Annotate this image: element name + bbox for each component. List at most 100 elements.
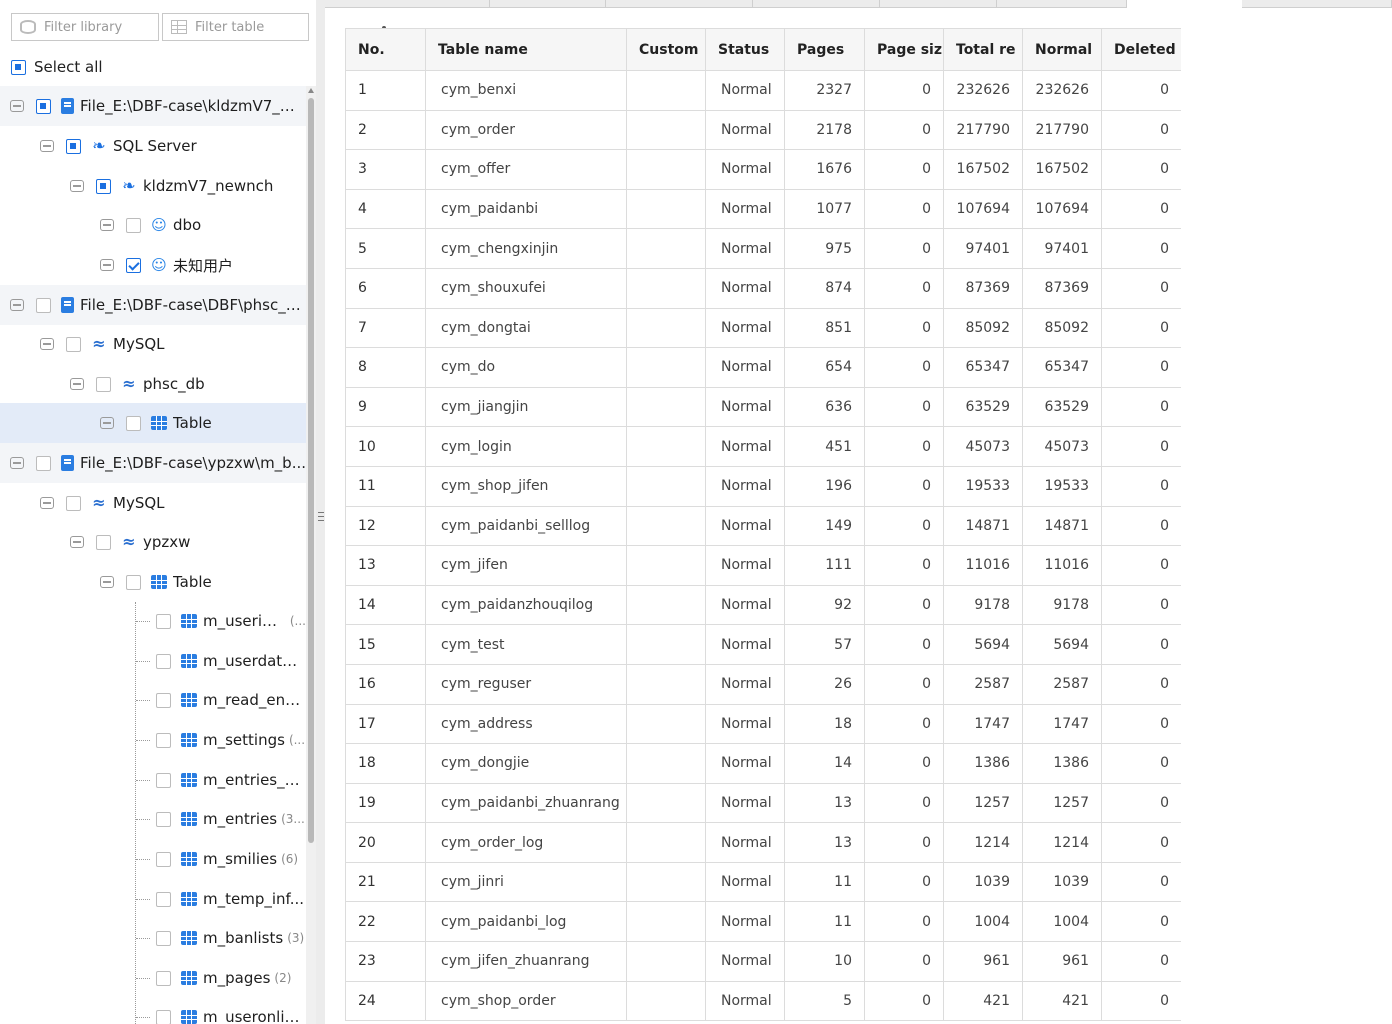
panel-splitter[interactable] [316, 0, 325, 1024]
table-row[interactable]: 24 cym_shop_order Normal 5 0 421 421 0 [345, 980, 1181, 1022]
column-header[interactable]: Normal [1022, 28, 1102, 71]
collapse-toggle-icon[interactable] [100, 259, 114, 271]
table-row[interactable]: 12 cym_paidanbi_selllog Normal 149 0 14871 148… [345, 505, 1181, 547]
tree-node[interactable]: m_read_entr... [0, 680, 306, 720]
column-header[interactable]: Pages [784, 28, 865, 71]
tree-node-checkbox[interactable] [156, 970, 171, 986]
table-row[interactable]: 9 cym_jiangjin Normal 636 0 63529 63529 0 [345, 386, 1181, 428]
collapse-toggle-icon[interactable] [10, 457, 24, 469]
table-row[interactable]: 17 cym_address Normal 18 0 1747 1747 0 [345, 703, 1181, 745]
table-row[interactable]: 14 cym_paidanzhouqilog Normal 92 0 9178 9178 0 [345, 584, 1181, 626]
tree-node-checkbox[interactable] [156, 732, 171, 748]
tree-node[interactable]: Table [0, 403, 306, 443]
tab-7[interactable] [1242, 0, 1392, 8]
tree-node[interactable]: ≈ MySQL [0, 483, 306, 523]
tree-node-checkbox[interactable] [156, 772, 171, 788]
tree-node[interactable]: File_E:\DBF-case\ypzxw\m_b... [0, 443, 306, 483]
tab-3[interactable] [606, 0, 753, 8]
tree-node[interactable]: Table [0, 562, 306, 602]
tree-node[interactable]: m_entries (3... [0, 799, 306, 839]
tree-node[interactable]: m_temp_inf... [0, 879, 306, 919]
collapse-toggle-icon[interactable] [40, 140, 54, 152]
scroll-up-arrow-icon[interactable] [308, 88, 314, 93]
tree-node-checkbox[interactable] [66, 138, 81, 154]
table-row[interactable]: 1 cym_benxi Normal 2327 0 232626 232626 0 [345, 70, 1181, 111]
tree-node-checkbox[interactable] [126, 574, 141, 590]
tree-node[interactable]: m_banlists (3) [0, 918, 306, 958]
tree-node[interactable]: ≈ phsc_db [0, 364, 306, 404]
collapse-toggle-icon[interactable] [70, 536, 84, 548]
column-header[interactable]: Status [705, 28, 785, 71]
tab-4[interactable] [753, 0, 880, 8]
tree-node-checkbox[interactable] [126, 415, 141, 431]
tree-node-checkbox[interactable] [66, 495, 81, 511]
table-row[interactable]: 3 cym_offer Normal 1676 0 167502 167502 0 [345, 149, 1181, 190]
collapse-toggle-icon[interactable] [40, 497, 54, 509]
table-row[interactable]: 19 cym_paidanbi_zhuanrang Normal 13 0 1257 125… [345, 782, 1181, 824]
select-all-checkbox[interactable] [11, 59, 26, 75]
tree-node-checkbox[interactable] [96, 534, 111, 550]
collapse-toggle-icon[interactable] [10, 299, 24, 311]
filter-library-input[interactable]: Filter library [11, 13, 159, 41]
table-row[interactable]: 6 cym_shouxufei Normal 874 0 87369 87369 0 [345, 267, 1181, 309]
table-row[interactable]: 8 cym_do Normal 654 0 65347 65347 0 [345, 347, 1181, 388]
tree-node[interactable]: m_entries_c... [0, 760, 306, 800]
tree-node[interactable]: m_pages (2) [0, 958, 306, 998]
table-row[interactable]: 15 cym_test Normal 57 0 5694 5694 0 [345, 624, 1181, 665]
table-row[interactable]: 5 cym_chengxinjin Normal 975 0 97401 97401 0 [345, 228, 1181, 269]
tree-node-checkbox[interactable] [156, 930, 171, 946]
tab-1[interactable] [325, 0, 490, 8]
collapse-toggle-icon[interactable] [10, 100, 24, 112]
table-row[interactable]: 16 cym_reguser Normal 26 0 2587 2587 0 [345, 663, 1181, 705]
tree-node-checkbox[interactable] [36, 455, 51, 471]
tab-6[interactable] [997, 0, 1127, 8]
tree-node[interactable]: ☺ 未知用户 [0, 245, 306, 285]
tree-node-checkbox[interactable] [66, 336, 81, 352]
tree-node[interactable]: ☺ dbo [0, 205, 306, 245]
collapse-toggle-icon[interactable] [70, 180, 84, 192]
table-row[interactable]: 11 cym_shop_jifen Normal 196 0 19533 19533 0 [345, 465, 1181, 507]
tree-node[interactable]: m_smilies (6) [0, 839, 306, 879]
table-row[interactable]: 4 cym_paidanbi Normal 1077 0 107694 107694 0 [345, 188, 1181, 230]
tree-node[interactable]: ≈ MySQL [0, 324, 306, 364]
collapse-toggle-icon[interactable] [100, 576, 114, 588]
select-all[interactable]: Select all [11, 57, 103, 77]
tree-node[interactable]: m_userdata ... [0, 641, 306, 681]
filter-table-input[interactable]: Filter table [162, 13, 309, 41]
tree-node-checkbox[interactable] [126, 257, 141, 273]
scrollbar-thumb[interactable] [308, 98, 314, 843]
collapse-toggle-icon[interactable] [70, 378, 84, 390]
column-header[interactable]: Page siz [864, 28, 944, 71]
table-row[interactable]: 20 cym_order_log Normal 13 0 1214 1214 0 [345, 822, 1181, 863]
tree-node-checkbox[interactable] [36, 297, 51, 313]
column-header[interactable]: Deleted [1101, 28, 1181, 71]
tree-node-checkbox[interactable] [156, 613, 171, 629]
table-row[interactable]: 10 cym_login Normal 451 0 45073 45073 0 [345, 426, 1181, 467]
column-header[interactable]: Custom [626, 28, 706, 71]
column-header[interactable]: Total re [943, 28, 1023, 71]
tree-node[interactable]: File_E:\DBF-case\DBF\phsc_d... [0, 285, 306, 325]
tree-node-checkbox[interactable] [156, 653, 171, 669]
tree-node-checkbox[interactable] [156, 851, 171, 867]
table-row[interactable]: 22 cym_paidanbi_log Normal 11 0 1004 1004 0 [345, 901, 1181, 943]
tree-node-checkbox[interactable] [156, 1009, 171, 1024]
collapse-toggle-icon[interactable] [100, 417, 114, 429]
tree-node-checkbox[interactable] [36, 98, 51, 114]
column-header[interactable]: No. [345, 28, 426, 71]
table-row[interactable]: 18 cym_dongjie Normal 14 0 1386 1386 0 [345, 743, 1181, 784]
table-row[interactable]: 7 cym_dongtai Normal 851 0 85092 85092 0 [345, 307, 1181, 349]
tree-node-checkbox[interactable] [156, 811, 171, 827]
tree-node-checkbox[interactable] [96, 178, 111, 194]
tree-node[interactable]: m_settings (... [0, 720, 306, 760]
tree-node-checkbox[interactable] [156, 692, 171, 708]
splitter-grip-icon[interactable] [318, 510, 324, 522]
table-row[interactable]: 21 cym_jinri Normal 11 0 1039 1039 0 [345, 861, 1181, 903]
collapse-toggle-icon[interactable] [100, 219, 114, 231]
tree-node[interactable]: m_userinfo (... [0, 601, 306, 641]
tree-node[interactable]: ❧ kldzmV7_newnch [0, 166, 306, 206]
table-row[interactable]: 23 cym_jifen_zhuanrang Normal 10 0 961 961 0 [345, 941, 1181, 982]
tree-node-checkbox[interactable] [156, 891, 171, 907]
tree-node-checkbox[interactable] [126, 217, 141, 233]
table-row[interactable]: 13 cym_jifen Normal 111 0 11016 11016 0 [345, 545, 1181, 586]
tree-node[interactable]: ❧ SQL Server [0, 126, 306, 166]
